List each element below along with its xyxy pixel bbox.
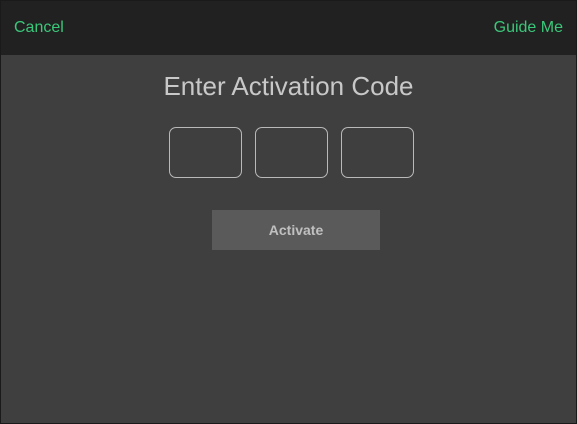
- page-title: Enter Activation Code: [163, 71, 414, 101]
- guide-me-button[interactable]: Guide Me: [494, 1, 563, 55]
- activation-code-fields: [169, 127, 419, 181]
- code-field-3[interactable]: [341, 127, 414, 178]
- nav-bar: Cancel Guide Me: [1, 1, 576, 55]
- code-field-1[interactable]: [169, 127, 242, 178]
- cancel-button[interactable]: Cancel: [14, 1, 64, 55]
- activation-screen: Cancel Guide Me Enter Activation Code Ac…: [0, 0, 577, 424]
- code-field-2[interactable]: [255, 127, 328, 178]
- activate-button[interactable]: Activate: [212, 210, 380, 250]
